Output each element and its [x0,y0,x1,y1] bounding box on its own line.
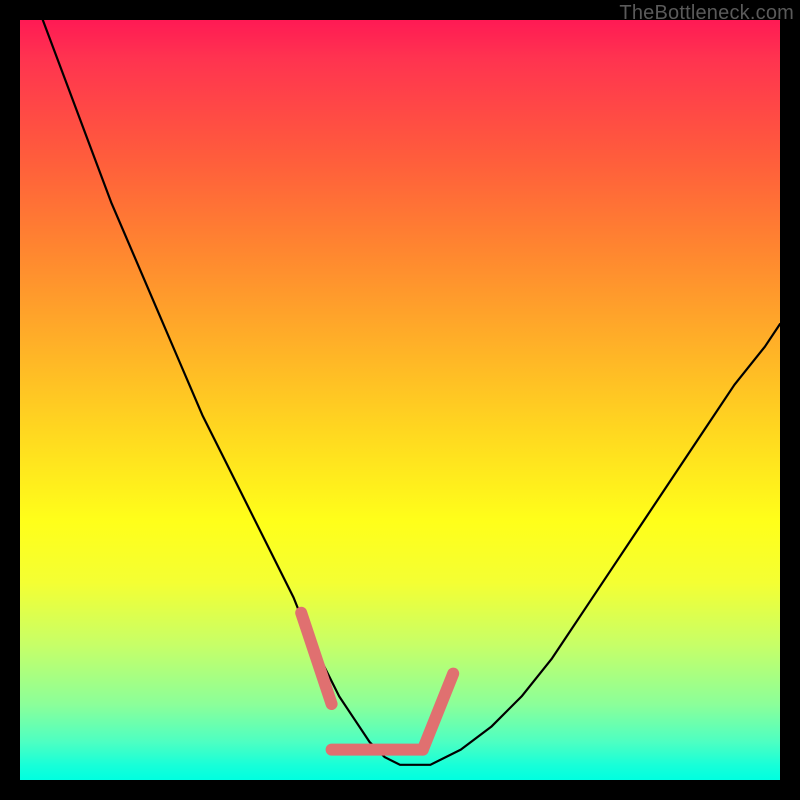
marker-group [301,613,453,750]
bottleneck-curve [43,20,780,765]
left-slope-marker [301,613,331,704]
chart-frame: TheBottleneck.com [0,0,800,800]
chart-svg [20,20,780,780]
right-slope-marker [423,674,453,750]
plot-area [20,20,780,780]
watermark-text: TheBottleneck.com [619,2,794,25]
